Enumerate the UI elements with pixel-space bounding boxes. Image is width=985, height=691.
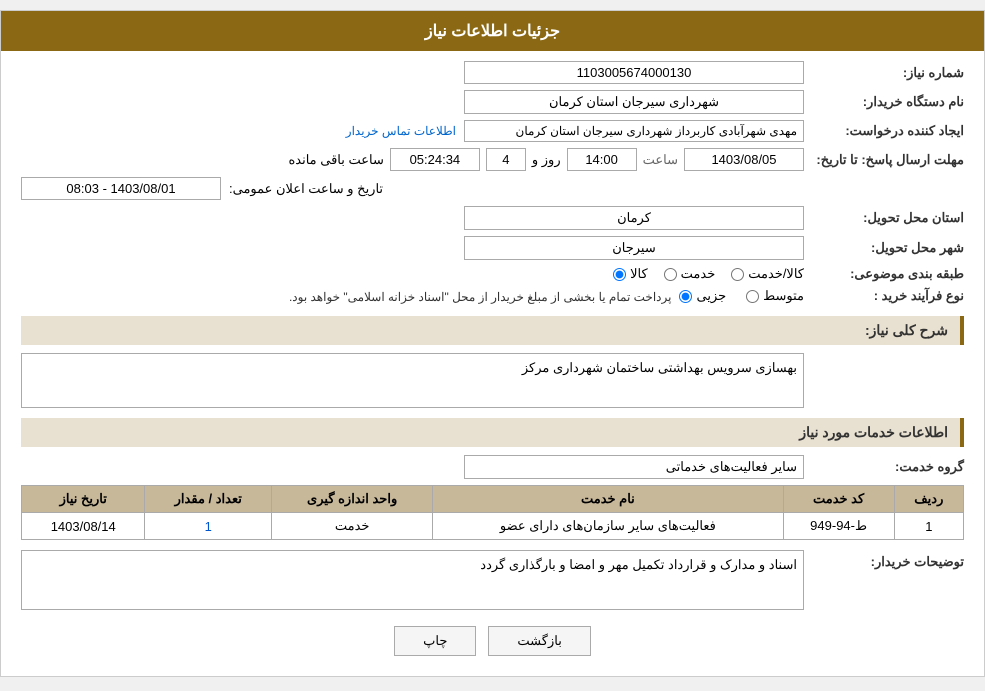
contact-link[interactable]: اطلاعات تماس خریدار	[346, 124, 456, 138]
buyer-notes-value: اسناد و مدارک و قرارداد تکمیل مهر و امضا…	[21, 550, 804, 610]
buyer-notes-label: توضیحات خریدار:	[804, 550, 964, 570]
services-section-title: اطلاعات خدمات مورد نیاز	[21, 418, 964, 447]
cell-service-name: فعالیت‌های سایر سازمان‌های دارای عضو	[433, 513, 783, 540]
province-value: کرمان	[464, 206, 804, 230]
service-group-value: سایر فعالیت‌های خدماتی	[464, 455, 804, 479]
category-kala[interactable]: کالا	[613, 266, 648, 282]
deadline-date: 1403/08/05	[684, 148, 804, 171]
creator-label: ایجاد کننده درخواست:	[804, 123, 964, 139]
back-button[interactable]: بازگشت	[488, 626, 590, 656]
remaining-label: ساعت باقی مانده	[288, 152, 383, 168]
cell-row-num: 1	[894, 513, 963, 540]
creator-value: مهدی شهرآبادی کاربرداز شهرداری سیرجان اس…	[464, 120, 804, 142]
purchase-type-radios: متوسط جزیی	[679, 288, 804, 304]
category-kala-khadamat[interactable]: کالا/خدمت	[731, 266, 804, 282]
deadline-label: مهلت ارسال پاسخ: تا تاریخ:	[804, 152, 964, 168]
purchase-motovaset[interactable]: متوسط	[746, 288, 804, 304]
buyer-org-value: شهرداری سیرجان استان کرمان	[464, 90, 804, 114]
cell-date: 1403/08/14	[22, 513, 145, 540]
table-row: 1 ط-94-949 فعالیت‌های سایر سازمان‌های دا…	[22, 513, 964, 540]
col-unit: واحد اندازه گیری	[272, 486, 433, 513]
deadline-time: 14:00	[567, 148, 637, 171]
general-desc-value: بهسازی سرویس بهداشتی ساختمان شهرداری مرک…	[21, 353, 804, 408]
service-group-label: گروه خدمت:	[804, 459, 964, 475]
announce-label: تاریخ و ساعت اعلان عمومی:	[229, 181, 383, 197]
days-label: روز و	[532, 152, 561, 168]
cell-service-code: ط-94-949	[783, 513, 894, 540]
deadline-remaining: 05:24:34	[390, 148, 480, 171]
city-label: شهر محل تحویل:	[804, 240, 964, 256]
category-label: طبقه بندی موضوعی:	[804, 266, 964, 282]
bottom-buttons: بازگشت چاپ	[21, 626, 964, 656]
col-date: تاریخ نیاز	[22, 486, 145, 513]
cell-unit: خدمت	[272, 513, 433, 540]
col-row-num: ردیف	[894, 486, 963, 513]
category-khadamat[interactable]: خدمت	[664, 266, 716, 282]
purchase-type-label: نوع فرآیند خرید :	[804, 288, 964, 304]
need-number-label: شماره نیاز:	[804, 65, 964, 81]
page-header: جزئیات اطلاعات نیاز	[1, 11, 984, 51]
announce-value: 1403/08/01 - 08:03	[21, 177, 221, 200]
deadline-days: 4	[486, 148, 526, 171]
buyer-org-label: نام دستگاه خریدار:	[804, 94, 964, 110]
province-label: استان محل تحویل:	[804, 210, 964, 226]
col-service-name: نام خدمت	[433, 486, 783, 513]
purchase-type-desc: پرداخت تمام یا بخشی از مبلغ خریدار از مح…	[21, 288, 671, 306]
purchase-jozvi[interactable]: جزیی	[679, 288, 726, 304]
general-desc-section-title: شرح کلی نیاز:	[21, 316, 964, 345]
col-quantity: تعداد / مقدار	[145, 486, 272, 513]
cell-quantity: 1	[145, 513, 272, 540]
services-table: ردیف کد خدمت نام خدمت واحد اندازه گیری ت…	[21, 485, 964, 540]
print-button[interactable]: چاپ	[394, 626, 476, 656]
col-service-code: کد خدمت	[783, 486, 894, 513]
city-value: سیرجان	[464, 236, 804, 260]
category-radio-group: کالا/خدمت خدمت کالا	[613, 266, 804, 282]
page-title: جزئیات اطلاعات نیاز	[425, 23, 560, 40]
need-number-value: 1103005674000130	[464, 61, 804, 84]
time-separator: ساعت	[643, 152, 678, 168]
